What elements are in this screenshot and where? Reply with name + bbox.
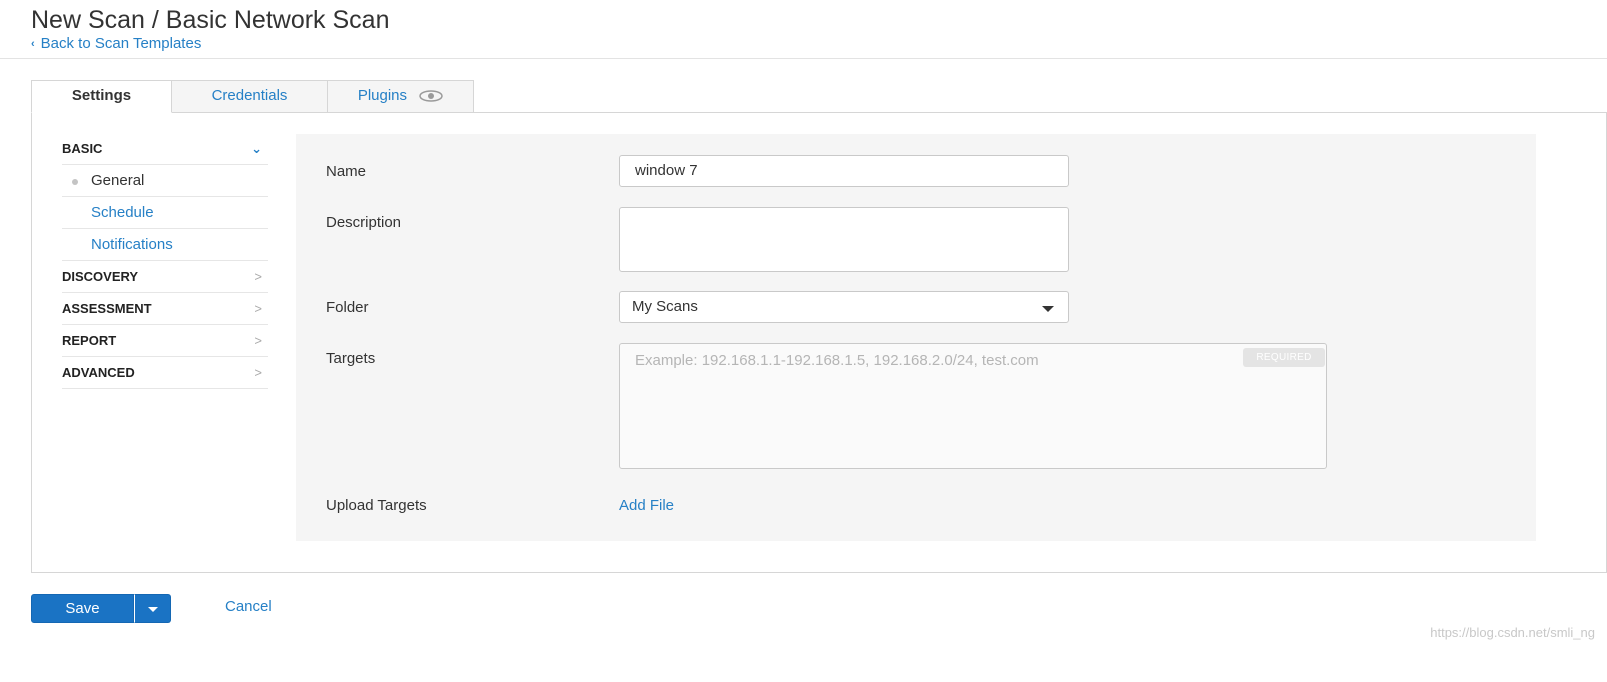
chevron-right-icon: > xyxy=(254,365,262,380)
chevron-right-icon: > xyxy=(254,333,262,348)
sidebar-item-general[interactable]: General xyxy=(62,165,268,197)
settings-panel: BASIC ⌄ General Schedule Notifications D… xyxy=(31,112,1607,573)
sidebar-item-schedule[interactable]: Schedule xyxy=(62,197,268,229)
sidebar-section-discovery[interactable]: DISCOVERY > xyxy=(62,261,268,293)
settings-sidebar: BASIC ⌄ General Schedule Notifications D… xyxy=(62,133,268,389)
sidebar-item-label: General xyxy=(91,172,145,189)
folder-select[interactable]: My Scans xyxy=(619,291,1069,323)
chevron-right-icon: > xyxy=(254,301,262,316)
description-input[interactable] xyxy=(619,207,1069,272)
sidebar-section-report[interactable]: REPORT > xyxy=(62,325,268,357)
required-badge: REQUIRED xyxy=(1243,348,1325,367)
cancel-link[interactable]: Cancel xyxy=(225,598,272,615)
folder-label: Folder xyxy=(326,299,369,316)
sidebar-section-assessment[interactable]: ASSESSMENT > xyxy=(62,293,268,325)
caret-down-icon xyxy=(1042,306,1054,312)
sidebar-section-label: DISCOVERY xyxy=(62,269,139,284)
folder-selected-value: My Scans xyxy=(632,298,698,315)
page: New Scan / Basic Network Scan ‹ Back to S… xyxy=(0,0,1607,682)
sidebar-section-label: ADVANCED xyxy=(62,365,135,380)
sidebar-section-label: REPORT xyxy=(62,333,117,348)
back-link-label: Back to Scan Templates xyxy=(40,35,202,52)
name-input[interactable]: window 7 xyxy=(619,155,1069,187)
targets-input[interactable] xyxy=(619,343,1327,469)
back-to-templates-link[interactable]: ‹ Back to Scan Templates xyxy=(31,35,201,52)
sidebar-section-label: BASIC xyxy=(62,141,103,156)
current-item-dot-icon xyxy=(72,179,78,185)
sidebar-item-label: Schedule xyxy=(91,204,154,221)
eye-icon xyxy=(419,90,443,102)
sidebar-section-label: ASSESSMENT xyxy=(62,301,152,316)
description-label: Description xyxy=(326,214,402,231)
chevron-right-icon: > xyxy=(254,269,262,284)
save-options-dropdown-button[interactable] xyxy=(134,594,171,623)
save-button[interactable]: Save xyxy=(31,594,134,623)
sidebar-item-label: Notifications xyxy=(91,236,173,253)
tab-plugins-label: Plugins xyxy=(357,87,408,104)
page-title: New Scan / Basic Network Scan xyxy=(31,6,390,34)
upload-targets-label: Upload Targets xyxy=(326,497,427,514)
add-file-link[interactable]: Add File xyxy=(619,497,674,514)
sidebar-section-basic[interactable]: BASIC ⌄ xyxy=(62,133,268,165)
tab-settings[interactable]: Settings xyxy=(31,80,172,113)
chevron-down-icon: ⌄ xyxy=(251,141,262,156)
tab-credentials[interactable]: Credentials xyxy=(171,80,328,113)
page-header: New Scan / Basic Network Scan ‹ Back to S… xyxy=(0,0,1607,59)
name-label: Name xyxy=(326,163,367,180)
sidebar-section-advanced[interactable]: ADVANCED > xyxy=(62,357,268,389)
sidebar-item-notifications[interactable]: Notifications xyxy=(62,229,268,261)
general-settings-form: Name window 7 Description Folder My Scan… xyxy=(296,134,1536,541)
chevron-left-icon: ‹ xyxy=(31,38,35,50)
tab-plugins[interactable]: Plugins xyxy=(327,80,474,113)
caret-down-icon xyxy=(148,607,158,612)
watermark: https://blog.csdn.net/smli_ng xyxy=(1430,625,1595,640)
targets-label: Targets xyxy=(326,350,376,367)
